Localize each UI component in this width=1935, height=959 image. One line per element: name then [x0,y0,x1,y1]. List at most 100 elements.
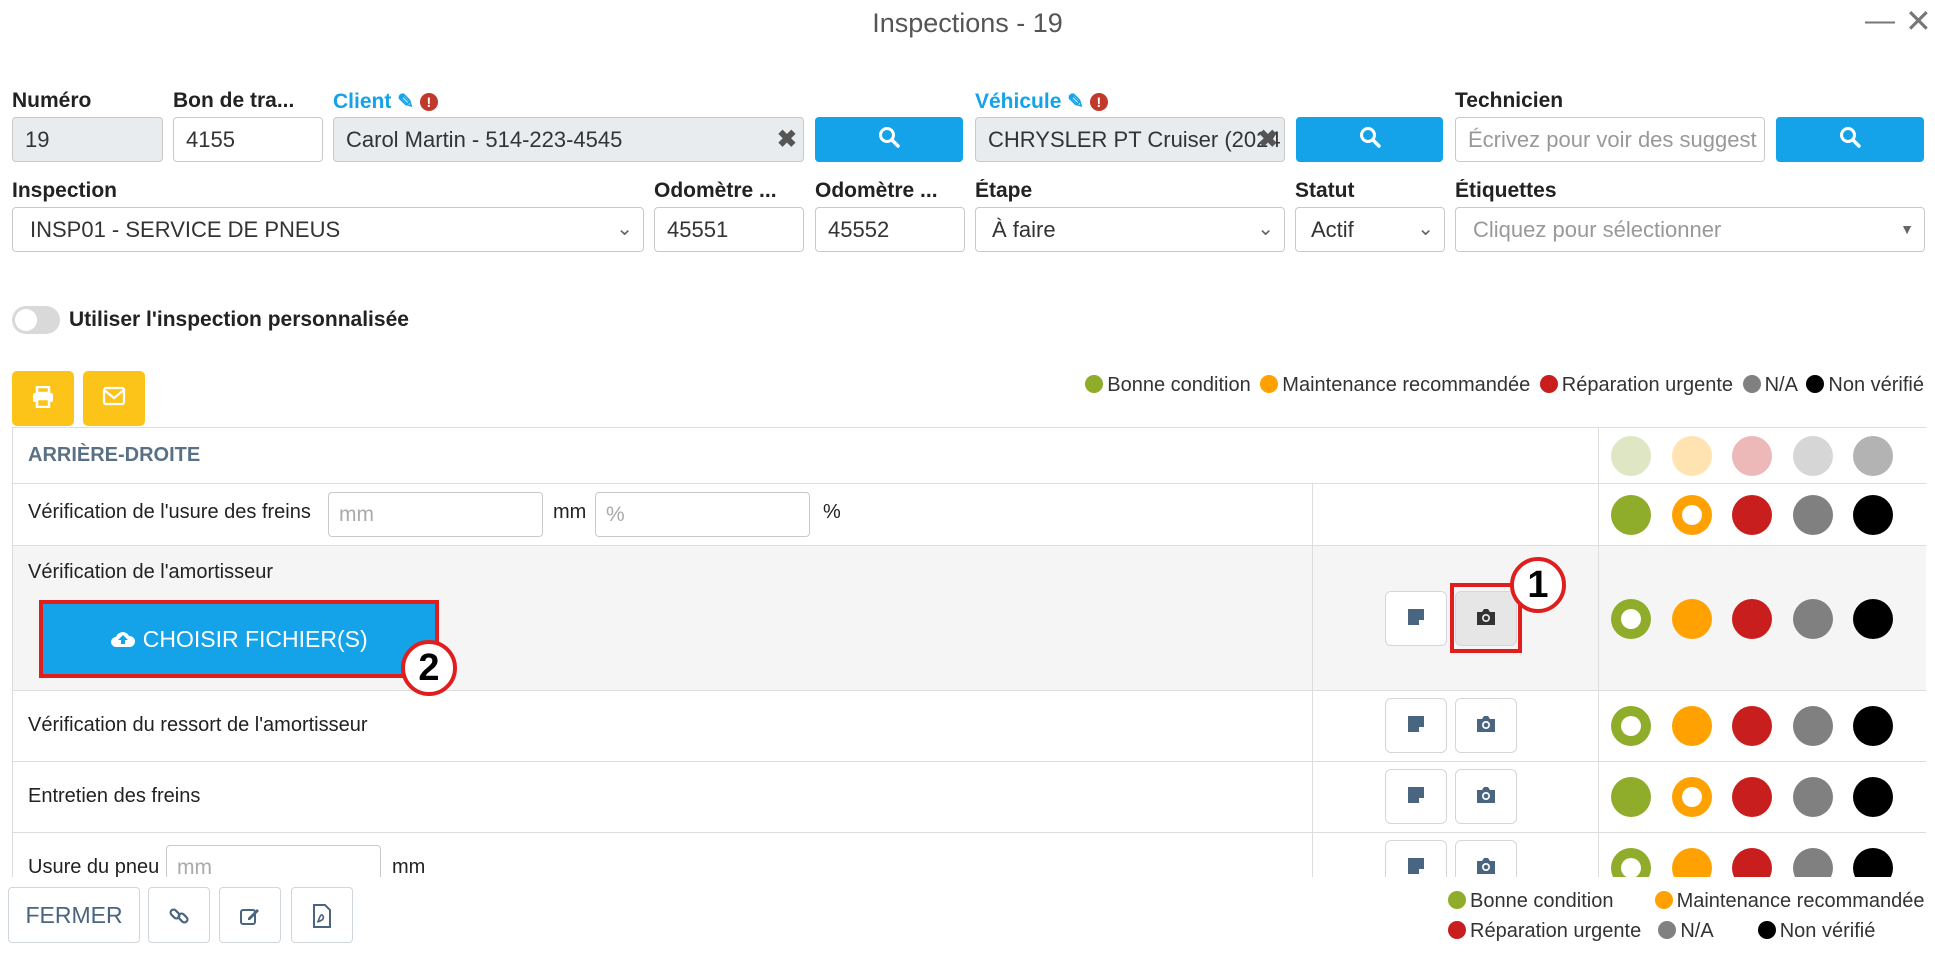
statut-select[interactable]: Actif ⌄ [1295,207,1445,252]
header-maint-circle[interactable] [1672,436,1712,476]
etape-label: Étape [975,179,1033,202]
brake-percent-input[interactable]: % [595,492,810,537]
table-row: Entretien des freins [13,762,1926,833]
vehicule-search-button[interactable] [1296,117,1443,162]
link-icon [169,908,189,924]
vehicule-value: CHRYSLER PT Cruiser (2024 [988,127,1281,152]
technicien-label: Technicien [1455,89,1564,112]
inspection-select[interactable]: INSP01 - SERVICE DE PNEUS ⌄ [12,207,644,252]
note-button[interactable] [1385,769,1447,824]
notchecked-circle[interactable] [1853,706,1893,746]
bon-field[interactable]: 4155 [173,117,323,162]
technicien-search-button[interactable] [1776,117,1924,162]
etiquettes-select[interactable]: Cliquez pour sélectionner ▼ [1455,207,1925,252]
camera-button[interactable] [1455,840,1517,877]
numero-field[interactable]: 19 [12,117,163,162]
note-icon [1408,787,1424,803]
good-circle[interactable] [1611,495,1651,535]
brake-mm-input[interactable]: mm [328,492,543,537]
maint-circle-selected[interactable] [1672,777,1712,817]
notchecked-circle[interactable] [1853,777,1893,817]
mm-unit: mm [553,501,587,523]
good-circle-selected[interactable] [1611,599,1651,639]
vehicule-label[interactable]: Véhicule [975,90,1061,113]
na-circle[interactable] [1793,495,1833,535]
cloud-upload-icon [111,632,136,647]
pdf-button[interactable] [291,887,353,943]
good-circle-selected[interactable] [1611,706,1651,746]
camera-button-active[interactable] [1455,591,1517,646]
vehicule-label-group[interactable]: Véhicule ✎ ! [975,89,1108,114]
tire-mm-input[interactable]: mm [166,845,381,877]
statut-value: Actif [1311,217,1354,242]
etape-select[interactable]: À faire ⌄ [975,207,1285,252]
clear-icon[interactable]: ✖ [1258,118,1278,161]
note-icon [1408,609,1424,625]
maint-circle[interactable] [1672,599,1712,639]
na-circle[interactable] [1793,706,1833,746]
technicien-input[interactable]: Écrivez pour voir des suggest [1455,117,1765,162]
odometre2-label: Odomètre ... [815,179,938,202]
urgent-circle[interactable] [1732,495,1772,535]
urgent-circle[interactable] [1732,599,1772,639]
header-urgent-circle[interactable] [1732,436,1772,476]
maint-dot [1654,891,1673,909]
odometre1-field[interactable]: 45551 [654,207,804,252]
annotation-badge-1: 1 [1510,557,1566,613]
na-circle[interactable] [1793,848,1833,877]
header-na-circle[interactable] [1793,436,1833,476]
notchecked-circle[interactable] [1853,599,1893,639]
note-button[interactable] [1385,698,1447,753]
camera-icon [1477,609,1495,625]
camera-button[interactable] [1455,698,1517,753]
link-button[interactable] [148,887,210,943]
good-circle[interactable] [1611,777,1651,817]
maint-circle-selected[interactable] [1672,495,1712,535]
caret-down-icon: ▼ [1900,221,1914,237]
maint-circle[interactable] [1672,706,1712,746]
legend-maint: Maintenance recommandée [1282,374,1531,396]
print-button[interactable] [12,371,74,426]
edit-icon[interactable]: ✎ [397,91,414,113]
edit-icon[interactable]: ✎ [1067,91,1084,113]
camera-button[interactable] [1455,769,1517,824]
choose-files-button[interactable]: CHOISIR FICHIER(S) [39,600,439,678]
close-icon[interactable]: ✕ [1905,2,1932,40]
table-row: Vérification du ressort de l'amortisseur [13,691,1926,762]
email-button[interactable] [83,371,145,426]
odometre2-field[interactable]: 45552 [815,207,965,252]
client-search-button[interactable] [815,117,963,162]
legend-urgent: Réparation urgente [1561,374,1734,396]
good-circle-selected[interactable] [1611,848,1651,877]
minimize-icon[interactable]: — [1865,4,1895,38]
header-good-circle[interactable] [1611,436,1651,476]
notchecked-circle[interactable] [1853,848,1893,877]
custom-inspection-label: Utiliser l'inspection personnalisée [69,308,409,331]
note-icon [1408,858,1424,874]
client-label-group[interactable]: Client ✎ ! [333,89,438,114]
close-button[interactable]: FERMER [8,887,140,943]
pdf-icon [313,904,331,928]
alert-icon: ! [419,93,438,111]
note-button[interactable] [1385,591,1447,646]
legend-good: Bonne condition [1470,890,1614,912]
window-titlebar: Inspections - 19 — ✕ [0,0,1935,48]
envelope-icon [102,386,126,406]
maint-circle[interactable] [1672,848,1712,877]
urgent-circle[interactable] [1732,706,1772,746]
urgent-circle[interactable] [1732,848,1772,877]
header-notchecked-circle[interactable] [1853,436,1893,476]
na-circle[interactable] [1793,599,1833,639]
clear-icon[interactable]: ✖ [777,118,797,161]
edit-button[interactable] [219,887,281,943]
custom-inspection-toggle[interactable] [12,306,60,334]
note-button[interactable] [1385,840,1447,877]
print-icon [33,385,53,409]
na-circle[interactable] [1793,777,1833,817]
client-field[interactable]: Carol Martin - 514-223-4545 ✖ [333,117,804,162]
urgent-circle[interactable] [1732,777,1772,817]
client-label[interactable]: Client [333,90,391,113]
camera-icon [1477,716,1495,732]
vehicule-field[interactable]: CHRYSLER PT Cruiser (2024 ✖ [975,117,1285,162]
notchecked-circle[interactable] [1853,495,1893,535]
